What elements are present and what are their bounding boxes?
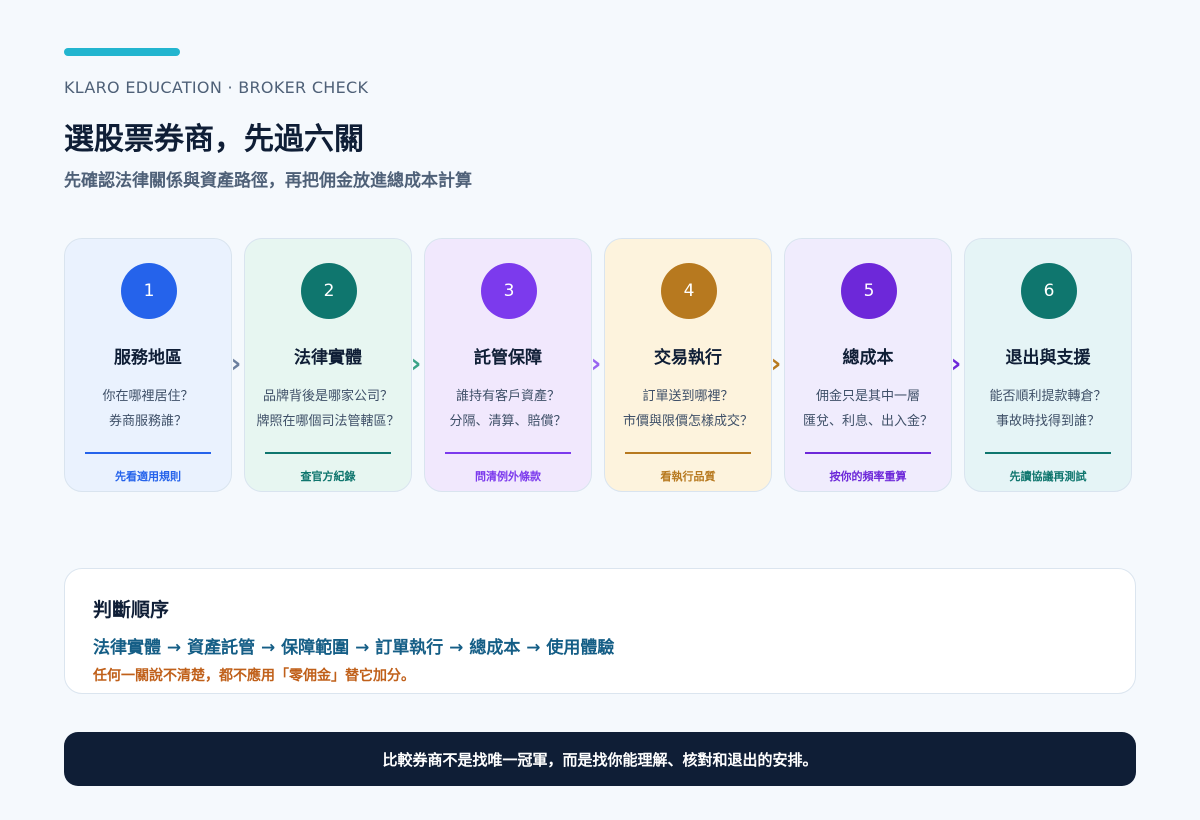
step-divider xyxy=(445,452,571,454)
step-divider xyxy=(85,452,211,454)
step-question: 匯兌、利息、出入金？ xyxy=(802,414,933,429)
page-subtitle: 先確認法律關係與資產路徑，再把佣金放進總成本計算 xyxy=(64,171,472,191)
step-card-1: 1 服務地區 你在哪裡居住？ 券商服務誰？ 先看適用規則 xyxy=(64,238,232,492)
step-flow: 1 服務地區 你在哪裡居住？ 券商服務誰？ 先看適用規則 › 2 法律實體 品牌… xyxy=(0,238,1200,494)
chevron-right-icon: › xyxy=(230,349,242,379)
step-divider xyxy=(265,452,391,454)
step-title: 退出與支援 xyxy=(1005,348,1091,368)
step-action: 問清例外條款 xyxy=(475,470,541,483)
panel-sequence: 法律實體 → 資產託管 → 保障範圍 → 訂單執行 → 總成本 → 使用體驗 xyxy=(93,638,615,658)
step-question: 券商服務誰？ xyxy=(108,414,187,429)
step-question: 你在哪裡居住？ xyxy=(102,389,194,404)
step-question: 品牌背後是哪家公司？ xyxy=(262,389,393,404)
step-question: 分隔、清算、賠償？ xyxy=(449,414,567,429)
step-title: 服務地區 xyxy=(114,348,182,368)
step-question: 佣金只是其中一層 xyxy=(815,389,920,404)
step-divider xyxy=(625,452,751,454)
step-question: 牌照在哪個司法管轄區？ xyxy=(256,414,400,429)
accent-bar xyxy=(64,48,180,56)
step-title: 交易執行 xyxy=(654,348,722,368)
step-action: 按你的頻率重算 xyxy=(829,470,907,483)
step-title: 託管保障 xyxy=(474,348,542,368)
panel-title: 判斷順序 xyxy=(93,599,170,621)
footer-text: 比較券商不是找唯一冠軍，而是找你能理解、核對和退出的安排。 xyxy=(382,750,818,769)
step-number-badge: 3 xyxy=(481,263,537,319)
step-action: 看執行品質 xyxy=(660,470,716,483)
step-number-badge: 1 xyxy=(121,263,177,319)
step-card-6: 6 退出與支援 能否順利提款轉倉？ 事故時找得到誰？ 先讀協議再測試 xyxy=(964,238,1132,492)
step-card-4: 4 交易執行 訂單送到哪裡？ 市價與限價怎樣成交？ 看執行品質 xyxy=(604,238,772,492)
step-card-5: 5 總成本 佣金只是其中一層 匯兌、利息、出入金？ 按你的頻率重算 xyxy=(784,238,952,492)
step-title: 總成本 xyxy=(842,348,894,368)
step-action: 先讀協議再測試 xyxy=(1009,470,1087,483)
step-number-badge: 2 xyxy=(301,263,357,319)
chevron-right-icon: › xyxy=(410,349,422,379)
step-title: 法律實體 xyxy=(294,348,362,368)
step-question: 市價與限價怎樣成交？ xyxy=(622,414,753,429)
chevron-right-icon: › xyxy=(950,349,962,379)
step-question: 誰持有客戶資產？ xyxy=(455,389,560,404)
step-number-badge: 4 xyxy=(661,263,717,319)
step-action: 先看適用規則 xyxy=(115,470,181,483)
chevron-right-icon: › xyxy=(590,349,602,379)
step-question: 能否順利提款轉倉？ xyxy=(989,389,1107,404)
step-divider xyxy=(985,452,1111,454)
kicker: KLARO EDUCATION · BROKER CHECK xyxy=(64,78,369,97)
step-number-badge: 5 xyxy=(841,263,897,319)
step-action: 查官方紀錄 xyxy=(300,470,356,483)
step-question: 訂單送到哪裡？ xyxy=(642,389,734,404)
chevron-right-icon: › xyxy=(770,349,782,379)
judgement-order-panel: 判斷順序 法律實體 → 資產託管 → 保障範圍 → 訂單執行 → 總成本 → 使… xyxy=(64,568,1136,694)
step-card-3: 3 託管保障 誰持有客戶資產？ 分隔、清算、賠償？ 問清例外條款 xyxy=(424,238,592,492)
step-divider xyxy=(805,452,931,454)
step-question: 事故時找得到誰？ xyxy=(995,414,1100,429)
footer-banner: 比較券商不是找唯一冠軍，而是找你能理解、核對和退出的安排。 xyxy=(64,732,1136,786)
panel-warning: 任何一關說不清楚，都不應用「零佣金」替它加分。 xyxy=(93,668,415,684)
step-card-2: 2 法律實體 品牌背後是哪家公司？ 牌照在哪個司法管轄區？ 查官方紀錄 xyxy=(244,238,412,492)
page-title: 選股票券商，先過六關 xyxy=(64,122,364,157)
step-number-badge: 6 xyxy=(1021,263,1077,319)
